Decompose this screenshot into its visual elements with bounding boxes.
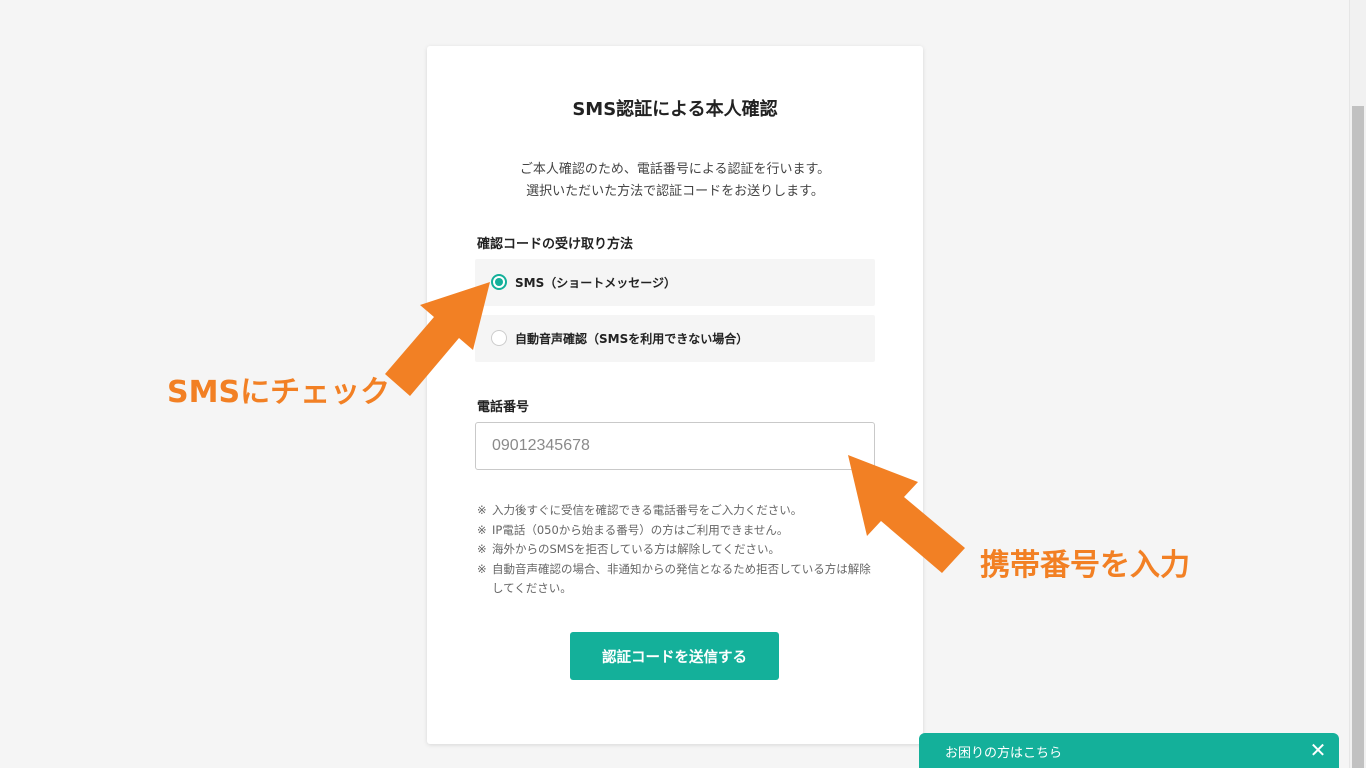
notes-list: ※ 入力後すぐに受信を確認できる電話番号をご入力ください。 ※ IP電話（050から…	[477, 501, 877, 599]
radio-option-voice[interactable]: 自動音声確認（SMSを利用できない場合）	[475, 315, 875, 362]
note-item: ※ IP電話（050から始まる番号）の方はご利用できません。	[477, 522, 789, 537]
scrollbar[interactable]	[1349, 0, 1366, 768]
note-item: ※ 入力後すぐに受信を確認できる電話番号をご入力ください。	[477, 503, 803, 517]
radio-checked-icon[interactable]	[491, 274, 507, 290]
page-title: SMS認証による本人確認	[572, 99, 778, 120]
annotation-phone-input: 携帯番号を入力	[980, 548, 1190, 583]
radio-option-label: SMS（ショートメッセージ）	[515, 276, 676, 290]
send-code-button[interactable]: 認証コードを送信する	[570, 632, 779, 680]
help-label[interactable]: お困りの方はこちら	[945, 742, 1062, 761]
radio-option-sms[interactable]: SMS（ショートメッセージ）	[475, 259, 875, 306]
note-item: ※ 海外からのSMSを拒否している方は解除してください。	[477, 542, 780, 556]
scrollbar-thumb[interactable]	[1352, 106, 1364, 768]
description-line-1: ご本人確認のため、電話番号による認証を行います。	[519, 162, 831, 177]
page: SMS認証による本人確認 ご本人確認のため、電話番号による認証を行います。 選択…	[0, 0, 1366, 768]
annotation-sms-check: SMSにチェック	[167, 375, 391, 410]
help-bar[interactable]: お困りの方はこちら ✕	[919, 733, 1339, 768]
phone-label: 電話番号	[477, 400, 530, 415]
radio-option-label: 自動音声確認（SMSを利用できない場合）	[515, 332, 749, 346]
method-label: 確認コードの受け取り方法	[477, 237, 634, 252]
phone-input[interactable]	[475, 422, 875, 470]
description-line-2: 選択いただいた方法で認証コードをお送りします。	[526, 184, 824, 199]
note-item: ※ 自動音声確認の場合、非通知からの発信となるため拒否している方は解除してください…	[477, 561, 871, 596]
radio-unchecked-icon[interactable]	[491, 330, 507, 346]
close-icon[interactable]: ✕	[1307, 738, 1329, 762]
